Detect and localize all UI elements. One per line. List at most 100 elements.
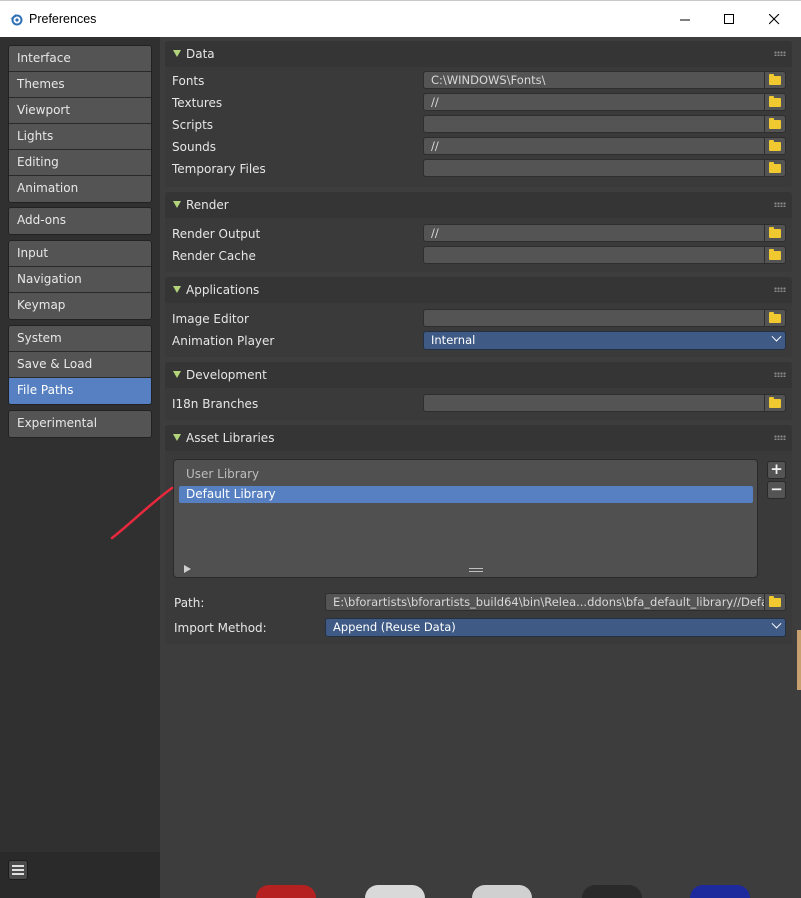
minimize-button[interactable]	[663, 1, 708, 38]
temporary-files-browse-button[interactable]	[765, 159, 786, 177]
sidebar-item-editing[interactable]: Editing	[9, 150, 151, 176]
background-edge-right	[797, 630, 801, 690]
list-item-user-library[interactable]: User Library	[179, 466, 753, 483]
sidebar-item-input[interactable]: Input	[9, 241, 151, 267]
panel-applications: Applications Image Editor Animation Play…	[165, 277, 792, 357]
folder-icon	[769, 95, 781, 107]
nav-group-system: System Save & Load File Paths	[8, 325, 152, 405]
render-cache-label: Render Cache	[172, 249, 256, 263]
image-editor-browse-button[interactable]	[765, 309, 786, 327]
app-logo-icon	[10, 14, 23, 26]
chevron-down-icon	[771, 331, 782, 342]
textures-browse-button[interactable]	[765, 93, 786, 111]
import-method-select[interactable]: Append (Reuse Data)	[325, 618, 786, 637]
animation-player-select[interactable]: Internal	[423, 331, 786, 350]
panel-header-render[interactable]: Render	[165, 192, 792, 218]
sidebar-item-animation[interactable]: Animation	[9, 176, 151, 202]
render-output-browse-button[interactable]	[765, 224, 786, 242]
drag-grip-icon[interactable]	[774, 372, 786, 377]
panel-asset-libraries: Asset Libraries User Library Default Lib…	[165, 425, 792, 644]
folder-icon	[769, 311, 781, 323]
sidebar-item-system[interactable]: System	[9, 326, 151, 352]
expand-triangle-icon	[173, 371, 181, 378]
sidebar-footer	[0, 852, 160, 898]
drag-grip-icon[interactable]	[774, 202, 786, 207]
scripts-path-field[interactable]	[423, 115, 765, 133]
preferences-menu-button[interactable]	[8, 860, 28, 880]
panel-render: Render Render Output // Render Cache	[165, 192, 792, 272]
animation-player-value: Internal	[431, 333, 476, 347]
preferences-main: Data Fonts C:\WINDOWS\Fonts\ Textures //…	[160, 37, 801, 898]
hamburger-menu-icon	[12, 865, 24, 875]
render-cache-browse-button[interactable]	[765, 246, 786, 264]
expand-triangle-icon	[173, 50, 181, 57]
row-import-method: Import Method: Append (Reuse Data)	[165, 617, 792, 639]
folder-icon	[769, 396, 781, 408]
list-resize-handle[interactable]	[469, 568, 483, 572]
fonts-browse-button[interactable]	[765, 71, 786, 89]
folder-icon	[769, 139, 781, 151]
render-cache-path-field[interactable]	[423, 246, 765, 264]
row-render-cache: Render Cache	[165, 245, 792, 267]
textures-path-field[interactable]: //	[423, 93, 765, 111]
asset-library-list[interactable]: User Library Default Library	[173, 459, 758, 578]
row-textures: Textures //	[165, 92, 792, 114]
expand-triangle-icon	[173, 286, 181, 293]
library-path-browse-button[interactable]	[765, 593, 786, 611]
sounds-path-field[interactable]: //	[423, 137, 765, 155]
panel-header-asset-libraries[interactable]: Asset Libraries	[165, 425, 792, 451]
list-filter-expand-icon[interactable]	[184, 565, 191, 573]
sidebar-item-experimental[interactable]: Experimental	[9, 411, 151, 437]
scripts-label: Scripts	[172, 118, 214, 132]
add-library-button[interactable]: +	[767, 461, 786, 479]
panel-body-data: Fonts C:\WINDOWS\Fonts\ Textures // Scri…	[165, 67, 792, 187]
fonts-label: Fonts	[172, 74, 205, 88]
temporary-files-label: Temporary Files	[172, 162, 266, 176]
animation-player-label: Animation Player	[172, 334, 275, 348]
maximize-icon	[724, 14, 734, 24]
panel-body-development: I18n Branches	[165, 388, 792, 420]
maximize-button[interactable]	[707, 1, 752, 38]
close-button[interactable]	[752, 1, 797, 38]
chevron-down-icon	[771, 618, 782, 629]
sidebar-item-file-paths[interactable]: File Paths	[9, 378, 151, 404]
background-object-grey	[472, 885, 532, 898]
background-object-dark	[582, 885, 642, 898]
sidebar-item-navigation[interactable]: Navigation	[9, 267, 151, 293]
row-sounds: Sounds //	[165, 136, 792, 158]
library-path-label: Path:	[174, 596, 205, 610]
scripts-browse-button[interactable]	[765, 115, 786, 133]
drag-grip-icon[interactable]	[774, 287, 786, 292]
folder-icon	[769, 73, 781, 85]
remove-library-button[interactable]: −	[767, 481, 786, 499]
drag-grip-icon[interactable]	[774, 435, 786, 440]
textures-label: Textures	[172, 96, 223, 110]
sounds-browse-button[interactable]	[765, 137, 786, 155]
fonts-path-field[interactable]: C:\WINDOWS\Fonts\	[423, 71, 765, 89]
sidebar-item-viewport[interactable]: Viewport	[9, 98, 151, 124]
background-object-white	[365, 885, 425, 898]
list-item-default-library[interactable]: Default Library	[179, 486, 753, 503]
image-editor-label: Image Editor	[172, 312, 249, 326]
i18n-branches-path-field[interactable]	[423, 394, 765, 412]
sidebar-item-interface[interactable]: Interface	[9, 46, 151, 72]
panel-body-applications: Image Editor Animation Player Internal	[165, 303, 792, 357]
panel-title: Data	[186, 47, 215, 61]
panel-body-asset-libraries: User Library Default Library + − Path: E…	[165, 451, 792, 644]
sidebar-item-lights[interactable]: Lights	[9, 124, 151, 150]
i18n-branches-browse-button[interactable]	[765, 394, 786, 412]
panel-header-development[interactable]: Development	[165, 362, 792, 388]
sidebar-item-add-ons[interactable]: Add-ons	[9, 208, 151, 234]
expand-triangle-icon	[173, 434, 181, 441]
library-path-field[interactable]: E:\bforartists\bforartists_build64\bin\R…	[325, 593, 765, 611]
sidebar-item-keymap[interactable]: Keymap	[9, 293, 151, 319]
sidebar-item-save-load[interactable]: Save & Load	[9, 352, 151, 378]
image-editor-path-field[interactable]	[423, 309, 765, 327]
temporary-files-path-field[interactable]	[423, 159, 765, 177]
panel-header-data[interactable]: Data	[165, 41, 792, 67]
sidebar-item-themes[interactable]: Themes	[9, 72, 151, 98]
drag-grip-icon[interactable]	[774, 51, 786, 56]
panel-header-applications[interactable]: Applications	[165, 277, 792, 303]
render-output-path-field[interactable]: //	[423, 224, 765, 242]
nav-group-general: Interface Themes Viewport Lights Editing…	[8, 45, 152, 203]
